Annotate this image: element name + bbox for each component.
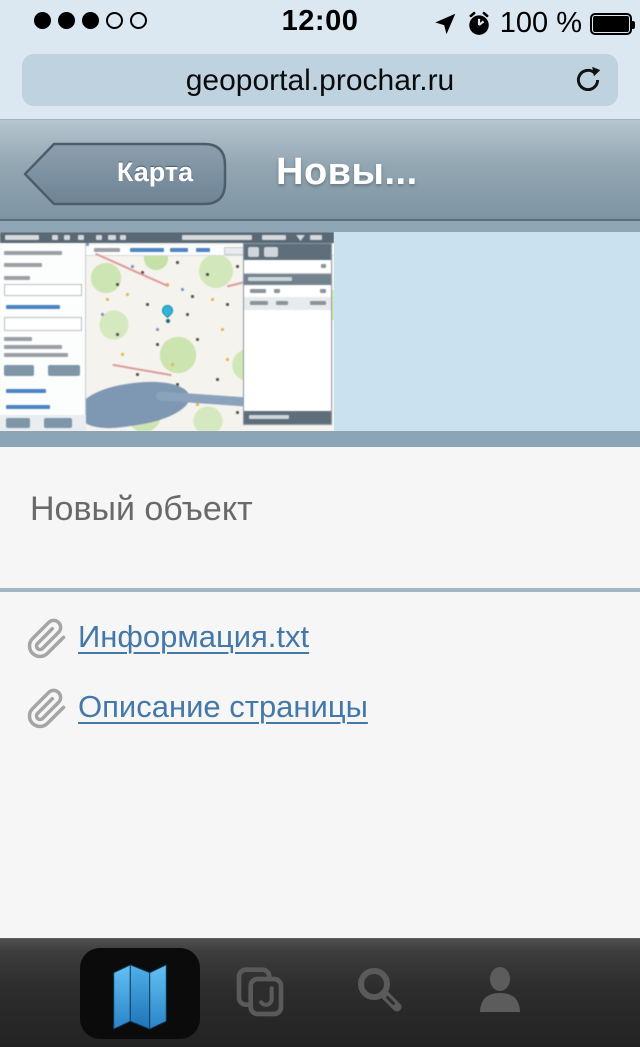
media-band bbox=[0, 232, 640, 431]
page-title: Новы... bbox=[276, 151, 418, 194]
tab-bar bbox=[0, 938, 640, 1047]
attachment-row: Описание страницы bbox=[0, 686, 640, 734]
attachment-link-description[interactable]: Описание страницы bbox=[78, 689, 368, 725]
search-icon[interactable] bbox=[354, 965, 406, 1017]
pages-icon[interactable] bbox=[232, 965, 288, 1021]
alarm-clock-icon bbox=[466, 11, 492, 37]
app-header: Карта Новы... bbox=[0, 120, 640, 221]
band-bottom-strip bbox=[0, 431, 640, 447]
paperclip-icon bbox=[26, 618, 68, 660]
paperclip-icon bbox=[26, 688, 68, 730]
url-field[interactable]: geoportal.prochar.ru bbox=[22, 54, 618, 106]
battery-icon bbox=[590, 13, 632, 35]
reload-icon[interactable] bbox=[572, 64, 604, 96]
back-button[interactable]: Карта bbox=[20, 140, 232, 208]
page-content: Новый объект Информация.txt Описание стр… bbox=[0, 447, 640, 938]
attachment-link-information[interactable]: Информация.txt bbox=[78, 619, 309, 655]
phone-screen: 12:00 100 % geoportal.prochar.ru bbox=[0, 0, 640, 1047]
status-bar: 12:00 100 % bbox=[0, 0, 640, 42]
thumbnail-map-pin-icon bbox=[160, 303, 176, 319]
map-icon[interactable] bbox=[108, 960, 172, 1030]
thumbnail-river bbox=[77, 375, 192, 431]
url-text: geoportal.prochar.ru bbox=[22, 64, 618, 98]
object-heading: Новый объект bbox=[30, 490, 253, 529]
thumbnail-toolbar bbox=[0, 232, 334, 243]
thumbnail-layers-panel bbox=[243, 243, 332, 425]
location-arrow-icon bbox=[432, 11, 458, 37]
header-bottom-strip bbox=[0, 221, 640, 232]
map-screenshot-thumbnail bbox=[0, 232, 334, 431]
attachment-row: Информация.txt bbox=[0, 616, 640, 664]
person-icon[interactable] bbox=[474, 965, 526, 1017]
content-divider bbox=[0, 588, 640, 592]
browser-chrome: 12:00 100 % geoportal.prochar.ru bbox=[0, 0, 640, 120]
thumbnail-form-panel bbox=[0, 243, 86, 431]
back-button-label: Карта bbox=[90, 157, 220, 188]
battery-percent: 100 % bbox=[500, 7, 582, 40]
